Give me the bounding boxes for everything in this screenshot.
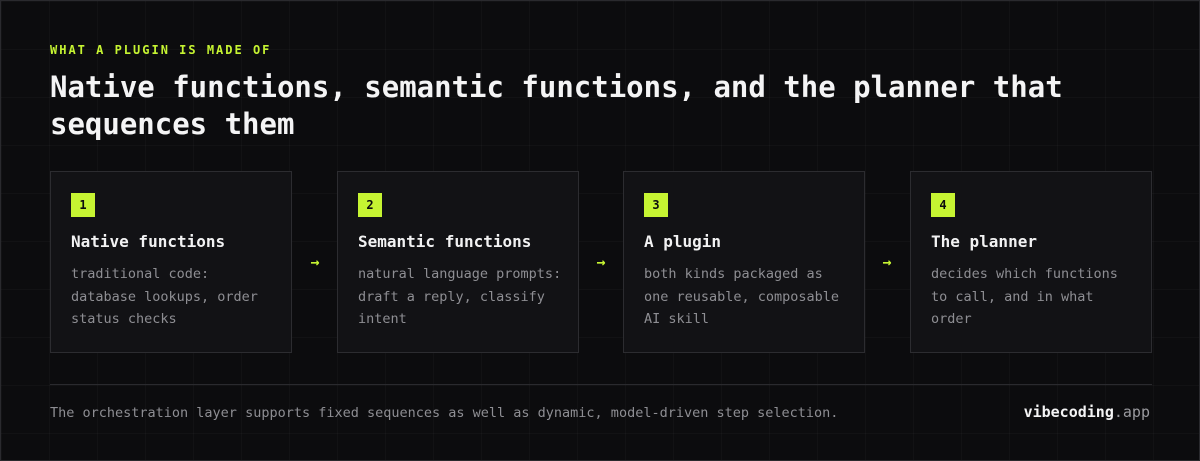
page-title: Native functions, semantic functions, an… bbox=[50, 70, 1063, 141]
step-card-native-functions: 1 Native functions traditional code: dat… bbox=[50, 171, 292, 353]
brand-tld: .app bbox=[1113, 403, 1150, 421]
eyebrow-label: WHAT A PLUGIN IS MADE OF bbox=[50, 43, 272, 57]
step-number-badge: 2 bbox=[358, 193, 382, 217]
step-number-badge: 4 bbox=[931, 193, 955, 217]
footer-note: The orchestration layer supports fixed s… bbox=[50, 405, 839, 421]
arrow-right-icon: → bbox=[310, 253, 320, 271]
step-title: Semantic functions bbox=[358, 232, 532, 251]
brand-logo: vibecoding.app bbox=[1024, 403, 1150, 421]
arrow-right-icon: → bbox=[596, 253, 606, 271]
step-description: natural language prompts: draft a reply,… bbox=[358, 266, 562, 327]
step-card-planner: 4 The planner decides which functions to… bbox=[910, 171, 1152, 353]
step-title: The planner bbox=[931, 232, 1037, 251]
step-title: Native functions bbox=[71, 232, 226, 251]
brand-name: vibecoding bbox=[1023, 403, 1114, 421]
step-title: A plugin bbox=[644, 232, 722, 251]
footer-divider bbox=[50, 384, 1152, 385]
arrow-right-icon: → bbox=[882, 253, 892, 271]
step-description: both kinds packaged as one reusable, com… bbox=[644, 266, 840, 327]
infographic-card: WHAT A PLUGIN IS MADE OF Native function… bbox=[0, 0, 1200, 461]
step-number-badge: 1 bbox=[71, 193, 95, 217]
step-card-semantic-functions: 2 Semantic functions natural language pr… bbox=[337, 171, 579, 353]
step-number-badge: 3 bbox=[644, 193, 668, 217]
step-description: decides which functions to call, and in … bbox=[931, 266, 1118, 327]
step-card-plugin: 3 A plugin both kinds packaged as one re… bbox=[623, 171, 865, 353]
step-description: traditional code: database lookups, orde… bbox=[71, 266, 258, 327]
